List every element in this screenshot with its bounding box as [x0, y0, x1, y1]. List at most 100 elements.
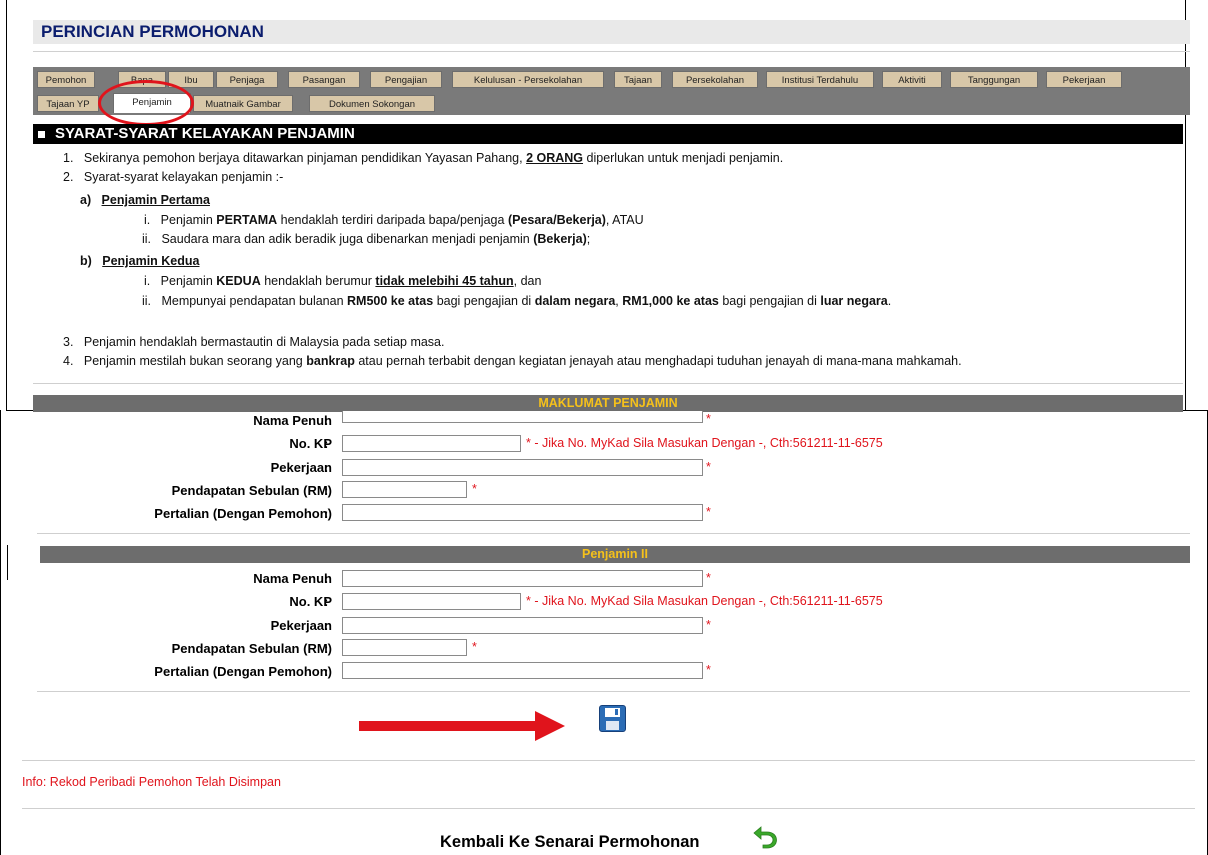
text: bagi pengajian di	[722, 294, 817, 308]
colon: :	[324, 506, 329, 521]
penjamin2-nokp-input[interactable]	[342, 593, 521, 610]
tab-tanggungan[interactable]: Tanggungan	[950, 71, 1038, 88]
subheading: Penjamin Kedua	[102, 254, 200, 268]
no-kp-label: No. KP	[289, 594, 332, 609]
penjamin2-nama-input[interactable]	[342, 570, 703, 587]
penjamin1-pertalian-input[interactable]	[342, 504, 703, 521]
bold-text: (Bekerja)	[533, 232, 587, 246]
pekerjaan-label: Pekerjaan	[270, 460, 332, 475]
list-number: ii.	[142, 232, 152, 246]
text: Saudara mara dan adik beradik juga diben…	[161, 232, 530, 246]
frame-line	[0, 410, 1, 855]
penjamin1-pendapatan-input[interactable]	[342, 481, 467, 498]
syarat-item-a-ii: ii. Saudara mara dan adik beradik juga d…	[142, 232, 590, 246]
list-letter: b)	[80, 254, 92, 268]
save-icon-slot	[615, 709, 618, 715]
bold-text: dalam negara	[534, 294, 616, 308]
tab-institusi-terdahulu[interactable]: Institusi Terdahulu	[766, 71, 874, 88]
list-number: ii.	[142, 294, 152, 308]
required-mark: *	[706, 505, 711, 519]
list-number: 3.	[63, 335, 74, 349]
pendapatan-label: Pendapatan Sebulan (RM)	[171, 641, 332, 656]
penjamin-ii-header: Penjamin II	[40, 546, 1190, 563]
colon: :	[324, 436, 329, 451]
penjamin1-nama-input[interactable]	[342, 411, 703, 423]
colon: :	[324, 571, 329, 586]
tab-dokumen-sokongan[interactable]: Dokumen Sokongan	[309, 95, 435, 112]
tab-muatnaik-gambar[interactable]: Muatnaik Gambar	[193, 95, 293, 112]
tab-bapa[interactable]: Bapa	[118, 71, 166, 88]
divider	[37, 691, 1190, 692]
no-kp-label: No. KP	[289, 436, 332, 451]
nokp-hint: * - Jika No. MyKad Sila Masukan Dengan -…	[526, 436, 883, 450]
penjamin2-pertalian-input[interactable]	[342, 662, 703, 679]
tab-penjaga[interactable]: Penjaga	[216, 71, 278, 88]
syarat-item-3: 3. Penjamin hendaklah bermastautin di Ma…	[63, 335, 445, 349]
bold-text: bankrap	[306, 354, 355, 368]
tab-tajaan[interactable]: Tajaan	[614, 71, 662, 88]
tab-aktiviti[interactable]: Aktiviti	[882, 71, 942, 88]
pertalian-label: Pertalian (Dengan Pemohon)	[154, 664, 332, 679]
save-icon[interactable]	[599, 705, 626, 732]
tab-pemohon[interactable]: Pemohon	[37, 71, 95, 88]
penjamin-pertama-heading: a) Penjamin Pertama	[80, 193, 210, 207]
text: , dan	[513, 274, 542, 288]
required-mark: *	[706, 663, 711, 677]
bold-text: KEDUA	[216, 274, 261, 288]
nama-penuh-label: Nama Penuh	[253, 571, 332, 586]
tab-pasangan[interactable]: Pasangan	[288, 71, 360, 88]
pendapatan-label: Pendapatan Sebulan (RM)	[171, 483, 332, 498]
text: diperlukan untuk menjadi penjamin.	[586, 151, 784, 165]
divider	[33, 383, 1183, 384]
tab-persekolahan[interactable]: Persekolahan	[672, 71, 758, 88]
text: bagi pengajian di	[436, 294, 532, 308]
text: ;	[586, 232, 591, 246]
nama-penuh-label: Nama Penuh	[253, 413, 332, 428]
colon: :	[324, 594, 329, 609]
text: hendaklah terdiri daripada bapa/penjaga	[280, 213, 505, 227]
kembali-link[interactable]: Kembali Ke Senarai Permohonan	[440, 833, 700, 852]
penjamin1-pekerjaan-input[interactable]	[342, 459, 703, 476]
syarat-item-b-i: i. Penjamin KEDUA hendaklah berumur tida…	[144, 274, 541, 288]
bold-text: RM1,000 ke atas	[622, 294, 719, 308]
syarat-section-header: SYARAT-SYARAT KELAYAKAN PENJAMIN	[33, 124, 1183, 144]
penjamin1-nokp-input[interactable]	[342, 435, 521, 452]
text: Penjamin hendaklah bermastautin di Malay…	[83, 335, 445, 349]
tab-ibu[interactable]: Ibu	[168, 71, 214, 88]
penjamin2-pendapatan-input[interactable]	[342, 639, 467, 656]
tab-kelulusan-persekolahan[interactable]: Kelulusan - Persekolahan	[452, 71, 604, 88]
colon: :	[324, 641, 329, 656]
text: Penjamin	[160, 213, 213, 227]
colon: :	[324, 618, 329, 633]
colon: :	[324, 664, 329, 679]
tab-penjamin[interactable]: Penjamin	[113, 93, 191, 113]
syarat-item-2: 2. Syarat-syarat kelayakan penjamin :-	[63, 170, 283, 184]
collapse-icon[interactable]	[38, 131, 45, 138]
syarat-item-b-ii: ii. Mempunyai pendapatan bulanan RM500 k…	[142, 294, 891, 308]
nokp-hint: * - Jika No. MyKad Sila Masukan Dengan -…	[526, 594, 883, 608]
required-mark: *	[706, 571, 711, 585]
text: ,	[615, 294, 619, 308]
annotation-arrow	[359, 721, 539, 731]
page-header: PERINCIAN PERMOHONAN	[33, 20, 1190, 44]
tab-pekerjaan[interactable]: Pekerjaan	[1046, 71, 1122, 88]
bold-text: 2 ORANG	[526, 151, 584, 165]
list-number: 4.	[63, 354, 74, 368]
frame-line	[7, 545, 8, 580]
syarat-item-4: 4. Penjamin mestilah bukan seorang yang …	[63, 354, 962, 368]
tab-tajaan-yp[interactable]: Tajaan YP	[37, 95, 99, 112]
text: .	[887, 294, 892, 308]
list-number: 2.	[63, 170, 74, 184]
list-number: i.	[144, 213, 151, 227]
penjamin2-pekerjaan-input[interactable]	[342, 617, 703, 634]
tab-pengajian[interactable]: Pengajian	[370, 71, 442, 88]
annotation-arrow-head	[535, 711, 565, 741]
text: atau pernah terbabit dengan kegiatan jen…	[358, 354, 962, 368]
required-mark: *	[706, 460, 711, 474]
back-arrow-icon[interactable]	[752, 823, 778, 849]
frame-line	[6, 0, 7, 411]
penjamin-kedua-heading: b) Penjamin Kedua	[80, 254, 199, 268]
list-number: i.	[144, 274, 151, 288]
text: Syarat-syarat kelayakan penjamin :-	[83, 170, 284, 184]
text: hendaklah berumur	[264, 274, 372, 288]
